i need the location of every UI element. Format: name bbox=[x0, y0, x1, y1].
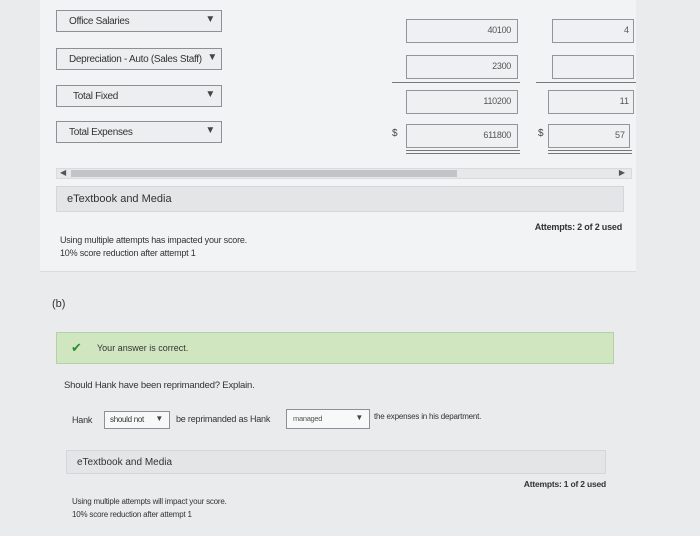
total-double-rule bbox=[548, 150, 632, 151]
row-depreciation-select[interactable]: Depreciation - Auto (Sales Staff) ▼ bbox=[56, 48, 222, 70]
amount-input[interactable]: 611800 bbox=[406, 124, 518, 148]
managed-select[interactable]: managed ▼ bbox=[286, 409, 370, 429]
select-value: managed bbox=[293, 414, 323, 423]
score-note: 10% score reduction after attempt 1 bbox=[60, 248, 196, 258]
correct-banner: ✔ Your answer is correct. bbox=[56, 332, 614, 364]
check-icon: ✔ bbox=[71, 340, 82, 355]
select-value: Total Fixed bbox=[73, 91, 119, 102]
select-value: Office Salaries bbox=[69, 16, 130, 27]
amount-input-2[interactable]: 57 bbox=[548, 124, 630, 148]
row-total-expenses-select[interactable]: Total Expenses ▼ bbox=[56, 121, 222, 143]
part-label: (b) bbox=[52, 298, 66, 310]
chevron-down-icon: ▼ bbox=[205, 14, 215, 25]
amount-input[interactable]: 110200 bbox=[406, 90, 518, 114]
top-divider bbox=[40, 271, 636, 272]
attempts-count: Attempts: 1 of 2 used bbox=[523, 479, 606, 489]
row-total-fixed-select[interactable]: Total Fixed ▼ bbox=[56, 85, 222, 107]
dollar-sign: $ bbox=[538, 128, 544, 139]
amount-input-2[interactable]: 11 bbox=[548, 90, 634, 114]
amount-input[interactable]: 2300 bbox=[406, 55, 518, 79]
scroll-left-icon[interactable]: ◀ bbox=[60, 168, 66, 177]
select-value: Total Expenses bbox=[69, 127, 133, 138]
etextbook-media-link[interactable]: eTextbook and Media bbox=[67, 193, 172, 205]
sentence-mid: be reprimanded as Hank bbox=[176, 414, 271, 424]
horizontal-scrollbar[interactable]: ◀ ▶ bbox=[56, 168, 632, 179]
score-note: Using multiple attempts will impact your… bbox=[72, 497, 227, 506]
scroll-right-icon[interactable]: ▶ bbox=[619, 168, 625, 177]
sentence-end: the expenses in his department. bbox=[374, 412, 482, 421]
chevron-down-icon: ▼ bbox=[205, 125, 215, 136]
amount-input[interactable]: 40100 bbox=[406, 19, 518, 43]
select-value: should not bbox=[110, 415, 144, 424]
reprimand-select[interactable]: should not ▼ bbox=[104, 411, 170, 429]
subtotal-rule bbox=[392, 82, 520, 83]
total-double-rule bbox=[406, 153, 520, 154]
chevron-down-icon: ▼ bbox=[207, 52, 217, 63]
subtotal-rule bbox=[536, 82, 636, 83]
etextbook-media-link[interactable]: eTextbook and Media bbox=[77, 457, 172, 468]
select-value: Depreciation - Auto (Sales Staff) bbox=[69, 54, 202, 65]
amount-input-2[interactable]: 4 bbox=[552, 19, 634, 43]
attempts-count: Attempts: 2 of 2 used bbox=[534, 222, 623, 232]
chevron-down-icon: ▼ bbox=[205, 89, 215, 100]
total-double-rule bbox=[406, 150, 520, 151]
total-double-rule bbox=[548, 153, 632, 154]
score-note: 10% score reduction after attempt 1 bbox=[72, 510, 192, 519]
scrollbar-thumb[interactable] bbox=[71, 170, 457, 177]
amount-input-2[interactable] bbox=[552, 55, 634, 79]
correct-message: Your answer is correct. bbox=[97, 343, 189, 353]
chevron-down-icon: ▼ bbox=[155, 414, 163, 423]
score-note: Using multiple attempts has impacted you… bbox=[60, 235, 247, 245]
question-text: Should Hank have been reprimanded? Expla… bbox=[64, 380, 255, 391]
sentence-start: Hank bbox=[72, 415, 93, 425]
dollar-sign: $ bbox=[392, 128, 398, 139]
chevron-down-icon: ▼ bbox=[355, 413, 363, 422]
etextbook-media-bar[interactable]: eTextbook and Media bbox=[56, 186, 624, 212]
etextbook-media-bar[interactable]: eTextbook and Media bbox=[66, 450, 606, 474]
row-office-salaries-select[interactable]: Office Salaries ▼ bbox=[56, 10, 222, 32]
